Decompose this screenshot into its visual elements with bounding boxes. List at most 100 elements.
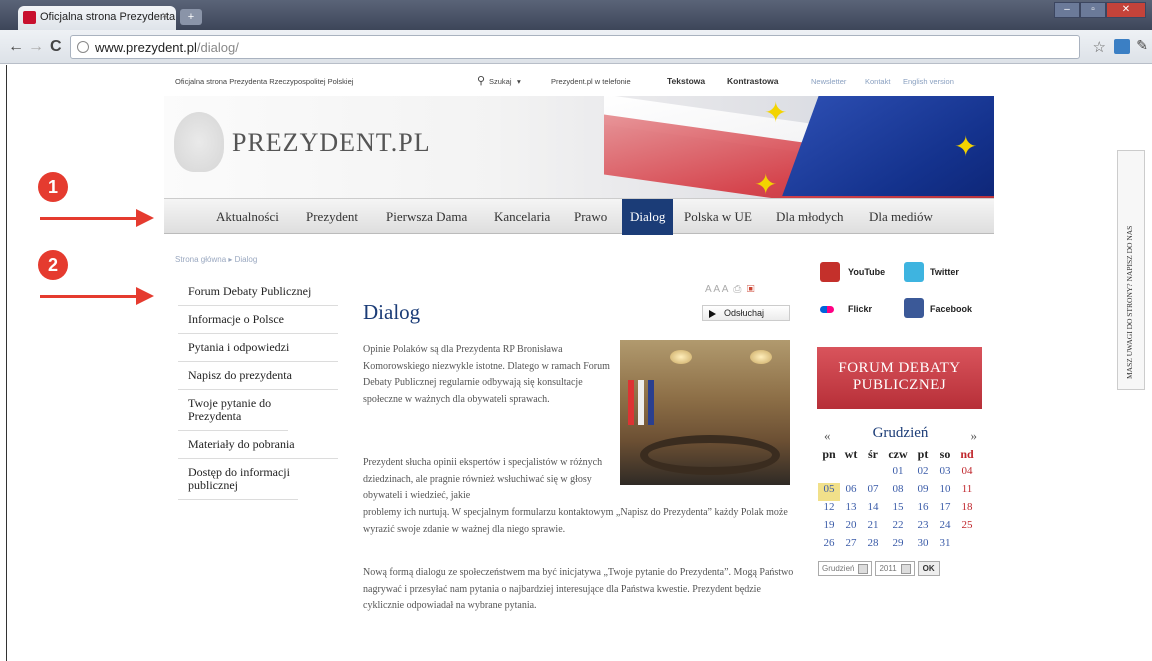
flag bbox=[638, 380, 644, 425]
weekday-label: czw bbox=[888, 447, 908, 461]
calendar-day[interactable]: 18 bbox=[956, 501, 978, 519]
pdf-icon[interactable]: ▣ bbox=[744, 284, 755, 295]
facebook-link[interactable]: Facebook bbox=[930, 304, 972, 314]
browser-tab[interactable]: Oficjalna strona Prezydenta × bbox=[18, 6, 176, 30]
calendar-prev-button[interactable]: « bbox=[824, 428, 831, 444]
nav-item-kancelaria[interactable]: Kancelaria bbox=[494, 209, 550, 225]
nav-item-prawo[interactable]: Prawo bbox=[574, 209, 607, 225]
contact-link[interactable]: Kontakt bbox=[865, 77, 890, 86]
calendar-ok-button[interactable]: OK bbox=[917, 561, 940, 576]
calendar-day[interactable]: 28 bbox=[862, 537, 884, 555]
month-select-value: Grudzień bbox=[822, 564, 855, 574]
url-input[interactable]: www.prezydent.pl/dialog/ bbox=[70, 35, 1080, 59]
calendar-day[interactable]: 01 bbox=[884, 465, 912, 483]
sub-menu: Forum Debaty Publicznej Informacje o Pol… bbox=[178, 278, 338, 500]
print-icon[interactable]: ⎙ bbox=[731, 284, 741, 295]
nav-item-polska-w-ue[interactable]: Polska w UE bbox=[684, 209, 752, 225]
forward-button[interactable]: → bbox=[28, 38, 44, 56]
twitter-link[interactable]: Twitter bbox=[930, 267, 959, 277]
facebook-icon[interactable] bbox=[904, 298, 924, 318]
tab-close-icon[interactable]: × bbox=[162, 10, 168, 22]
submenu-item[interactable]: Pytania i odpowiedzi bbox=[178, 334, 338, 362]
submenu-item[interactable]: Forum Debaty Publicznej bbox=[178, 278, 338, 306]
calendar-day[interactable]: 04 bbox=[956, 465, 978, 483]
flickr-icon[interactable] bbox=[820, 306, 834, 313]
nav-item-dla-mediow[interactable]: Dla mediów bbox=[869, 209, 933, 225]
calendar-next-button[interactable]: » bbox=[971, 428, 978, 444]
calendar-day[interactable]: 25 bbox=[956, 519, 978, 537]
article-photo[interactable] bbox=[620, 340, 790, 485]
calendar-day[interactable]: 14 bbox=[862, 501, 884, 519]
maximize-button[interactable]: ▫ bbox=[1080, 2, 1106, 18]
submenu-item[interactable]: Napisz do prezydenta bbox=[178, 362, 338, 390]
calendar-day[interactable]: 13 bbox=[840, 501, 862, 519]
contrast-link[interactable]: Kontrastowa bbox=[727, 76, 778, 86]
eu-star-icon: ✦ bbox=[954, 131, 978, 162]
font-size-controls[interactable]: A A A bbox=[705, 284, 728, 295]
breadcrumb[interactable]: Strona główna ▸ Dialog bbox=[175, 255, 257, 264]
wrench-icon[interactable]: ✎ bbox=[1136, 37, 1148, 54]
calendar-day[interactable]: 30 bbox=[912, 537, 934, 555]
month-select[interactable]: Grudzień bbox=[818, 561, 873, 576]
minimize-button[interactable]: – bbox=[1054, 2, 1080, 18]
calendar-day[interactable]: 09 bbox=[912, 483, 934, 501]
feedback-tab[interactable]: MASZ UWAGI DO STRONY? NAPISZ DO NAS bbox=[1117, 150, 1145, 390]
year-select[interactable]: 2011 bbox=[875, 561, 915, 576]
weekday-label: wt bbox=[844, 447, 858, 461]
search-link[interactable]: Szukaj bbox=[489, 77, 512, 86]
chevron-down-icon[interactable]: ▾ bbox=[517, 77, 521, 86]
calendar-day[interactable]: 22 bbox=[884, 519, 912, 537]
mobile-link[interactable]: Prezydent.pl w telefonie bbox=[551, 77, 631, 86]
calendar-day[interactable]: 08 bbox=[884, 483, 912, 501]
calendar-day[interactable]: 31 bbox=[934, 537, 956, 555]
calendar-day[interactable]: 23 bbox=[912, 519, 934, 537]
calendar-day[interactable]: 10 bbox=[934, 483, 956, 501]
site-logo[interactable]: PREZYDENT.PL bbox=[232, 128, 431, 158]
calendar-day[interactable]: 15 bbox=[884, 501, 912, 519]
calendar-day[interactable]: 21 bbox=[862, 519, 884, 537]
calendar-day[interactable]: 07 bbox=[862, 483, 884, 501]
calendar-day[interactable]: 27 bbox=[840, 537, 862, 555]
calendar-day[interactable]: 26 bbox=[818, 537, 840, 555]
newsletter-link[interactable]: Newsletter bbox=[811, 77, 846, 86]
listen-button[interactable]: Odsłuchaj bbox=[702, 305, 790, 321]
flickr-link[interactable]: Flickr bbox=[848, 304, 872, 314]
twitter-icon[interactable] bbox=[904, 262, 924, 282]
utility-bar: Oficjalna strona Prezydenta Rzeczypospol… bbox=[175, 74, 995, 90]
back-button[interactable]: ← bbox=[8, 38, 24, 56]
new-tab-button[interactable]: + bbox=[180, 9, 202, 25]
calendar-day[interactable]: 03 bbox=[934, 465, 956, 483]
text-version-link[interactable]: Tekstowa bbox=[667, 76, 705, 86]
nav-item-prezydent[interactable]: Prezydent bbox=[306, 209, 358, 225]
submenu-item[interactable]: Informacje o Polsce bbox=[178, 306, 338, 334]
reload-button[interactable]: C bbox=[50, 38, 62, 56]
nav-item-pierwsza-dama[interactable]: Pierwsza Dama bbox=[386, 209, 467, 225]
calendar-day[interactable]: 29 bbox=[884, 537, 912, 555]
calendar-day[interactable]: 16 bbox=[912, 501, 934, 519]
eagle-emblem-icon[interactable] bbox=[174, 112, 224, 172]
calendar-day[interactable]: 06 bbox=[840, 483, 862, 501]
search-icon[interactable]: ⚲ bbox=[477, 74, 485, 87]
forum-debaty-banner[interactable]: FORUM DEBATY PUBLICZNEJ bbox=[817, 347, 982, 409]
calendar-day[interactable]: 19 bbox=[818, 519, 840, 537]
calendar-day[interactable]: 20 bbox=[840, 519, 862, 537]
calendar-day[interactable]: 11 bbox=[956, 483, 978, 501]
calendar-day[interactable]: 05 bbox=[818, 483, 840, 501]
calendar-day[interactable]: 02 bbox=[912, 465, 934, 483]
youtube-link[interactable]: YouTube bbox=[848, 267, 885, 277]
calendar-day[interactable]: 17 bbox=[934, 501, 956, 519]
english-link[interactable]: English version bbox=[903, 77, 954, 86]
nav-item-dialog[interactable]: Dialog bbox=[622, 199, 674, 235]
submenu-item[interactable]: Twoje pytanie do Prezydenta bbox=[178, 390, 288, 431]
nav-item-dla-mlodych[interactable]: Dla młodych bbox=[776, 209, 844, 225]
submenu-item[interactable]: Dostęp do informacji publicznej bbox=[178, 459, 298, 500]
site-name: Oficjalna strona Prezydenta Rzeczypospol… bbox=[175, 77, 354, 86]
youtube-icon[interactable] bbox=[820, 262, 840, 282]
nav-item-aktualnosci[interactable]: Aktualności bbox=[216, 209, 279, 225]
submenu-item[interactable]: Materiały do pobrania bbox=[178, 431, 338, 459]
close-window-button[interactable]: ✕ bbox=[1106, 2, 1146, 18]
bookmark-star-icon[interactable]: ☆ bbox=[1093, 38, 1106, 56]
calendar-day[interactable]: 12 bbox=[818, 501, 840, 519]
calendar-day[interactable]: 24 bbox=[934, 519, 956, 537]
extension-icon[interactable] bbox=[1114, 39, 1130, 54]
